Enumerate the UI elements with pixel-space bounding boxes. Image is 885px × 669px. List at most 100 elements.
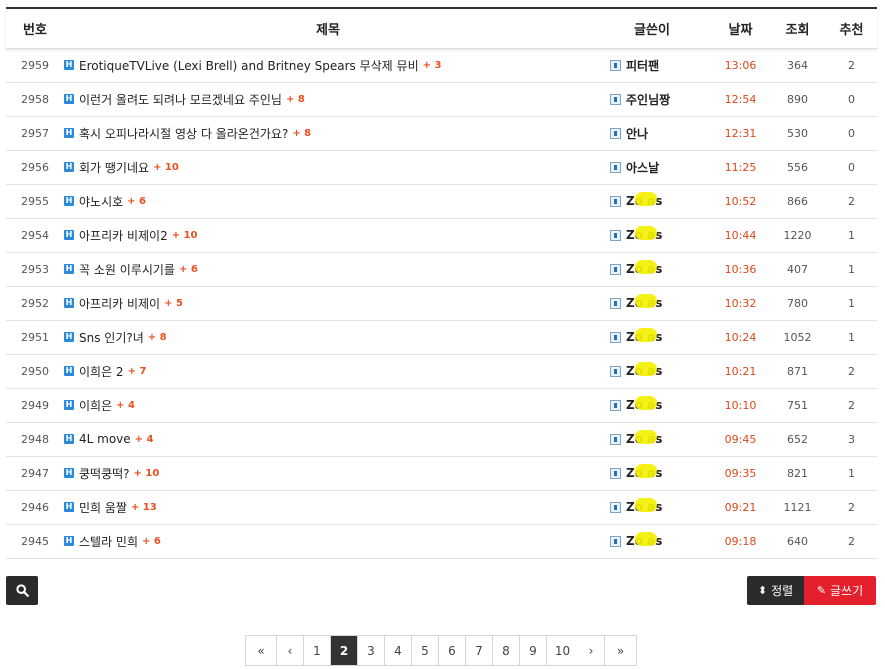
- page-2-button[interactable]: 2: [331, 636, 358, 665]
- page-1-button[interactable]: 1: [304, 636, 331, 665]
- post-title-link[interactable]: 쿵떡쿵떡?: [79, 467, 130, 481]
- post-recommend: 1: [848, 466, 855, 480]
- page-8-button[interactable]: 8: [493, 636, 520, 665]
- post-author[interactable]: Zo as: [626, 192, 662, 208]
- post-date: 09:18: [724, 534, 757, 548]
- redaction-mark: [635, 226, 657, 240]
- comment-count[interactable]: + 8: [292, 128, 311, 139]
- page-4-button[interactable]: 4: [385, 636, 412, 665]
- post-date: 10:24: [724, 330, 757, 344]
- post-subject-cell: H 야노시호 + 6: [64, 184, 592, 218]
- member-level-icon: [610, 467, 621, 479]
- pencil-icon: ✎: [816, 584, 827, 597]
- post-author-cell: Zo as: [592, 218, 712, 252]
- comment-count[interactable]: + 10: [153, 162, 179, 173]
- comment-count[interactable]: + 5: [164, 298, 183, 309]
- post-author[interactable]: Zo as: [626, 362, 662, 378]
- post-subject-cell: H 혹시 오피나라시절 영상 다 올라온건가요? + 8: [64, 116, 592, 150]
- page-first-button[interactable]: «: [246, 636, 277, 665]
- post-date: 10:36: [724, 262, 757, 276]
- member-level-icon: [610, 297, 621, 309]
- post-board: 번호 제목 글쓴이 날짜 조회 추천 2959 H ErotiqueTVLive (…: [6, 7, 877, 559]
- post-subject-cell: H 아프리카 비제이2 + 10: [64, 218, 592, 252]
- post-views: 890: [787, 92, 808, 106]
- post-author[interactable]: 아스날: [626, 161, 659, 175]
- post-author[interactable]: 피터팬: [626, 59, 659, 73]
- post-author[interactable]: Zo as: [626, 294, 662, 310]
- post-title-link[interactable]: 스텔라 민희: [79, 535, 138, 549]
- post-number: 2949: [21, 398, 49, 412]
- post-recommend: 2: [848, 398, 855, 412]
- table-row: 2948 H 4L move + 4 Zo as 09:45 652 3: [6, 422, 877, 456]
- sort-button[interactable]: ⬍ 정렬: [747, 576, 804, 605]
- post-title-link[interactable]: 혹시 오피나라시절 영상 다 올라온건가요?: [79, 127, 288, 141]
- post-recommend: 3: [848, 432, 855, 446]
- page-next-button[interactable]: ›: [578, 636, 605, 665]
- post-title-link[interactable]: 민희 움짤: [79, 501, 127, 515]
- post-recommend: 1: [848, 228, 855, 242]
- post-title-link[interactable]: 4L move: [79, 432, 131, 446]
- post-title-link[interactable]: 이희은: [79, 399, 112, 413]
- post-author-cell: Zo as: [592, 354, 712, 388]
- page-7-button[interactable]: 7: [466, 636, 493, 665]
- post-author[interactable]: Zo as: [626, 260, 662, 276]
- post-author[interactable]: Zo as: [626, 226, 662, 242]
- post-author[interactable]: Zo as: [626, 396, 662, 412]
- table-header: 번호 제목 글쓴이 날짜 조회 추천: [6, 8, 877, 48]
- post-number: 2957: [21, 126, 49, 140]
- comment-count[interactable]: + 13: [131, 502, 157, 513]
- redaction-mark: [635, 396, 657, 410]
- page-9-button[interactable]: 9: [520, 636, 547, 665]
- comment-count[interactable]: + 8: [286, 94, 305, 105]
- write-button[interactable]: ✎ 글쓰기: [804, 576, 876, 605]
- post-title-link[interactable]: Sns 인기?녀: [79, 331, 144, 345]
- table-row: 2955 H 야노시호 + 6 Zo as 10:52 866 2: [6, 184, 877, 218]
- col-num-header: 번호: [23, 22, 47, 38]
- post-title-link[interactable]: 야노시호: [79, 195, 123, 209]
- post-author-cell: Zo as: [592, 286, 712, 320]
- comment-count[interactable]: + 4: [135, 434, 154, 445]
- post-title-link[interactable]: 꼭 소원 이루시기를: [79, 263, 175, 277]
- table-row: 2957 H 혹시 오피나라시절 영상 다 올라온건가요? + 8 안나 12:31 530…: [6, 116, 877, 150]
- table-row: 2947 H 쿵떡쿵떡? + 10 Zo as 09:35 821 1: [6, 456, 877, 490]
- post-title-link[interactable]: 아프리카 비제이: [79, 297, 160, 311]
- search-button[interactable]: [6, 576, 38, 605]
- post-views: 866: [787, 194, 808, 208]
- post-title-link[interactable]: ErotiqueTVLive (Lexi Brell) and Britney …: [79, 59, 419, 73]
- post-title-link[interactable]: 회가 땡기네요: [79, 161, 149, 175]
- redaction-mark: [635, 260, 657, 274]
- comment-count[interactable]: + 4: [116, 400, 135, 411]
- comment-count[interactable]: + 6: [179, 264, 198, 275]
- comment-count[interactable]: + 10: [134, 468, 160, 479]
- comment-count[interactable]: + 10: [172, 230, 198, 241]
- post-author[interactable]: Zo as: [626, 532, 662, 548]
- post-date: 10:52: [724, 194, 757, 208]
- post-author[interactable]: Zo as: [626, 430, 662, 446]
- post-recommend: 0: [848, 160, 855, 174]
- comment-count[interactable]: + 3: [423, 60, 442, 71]
- post-number: 2958: [21, 92, 49, 106]
- page-6-button[interactable]: 6: [439, 636, 466, 665]
- post-author[interactable]: Zo as: [626, 498, 662, 514]
- page-3-button[interactable]: 3: [358, 636, 385, 665]
- comment-count[interactable]: + 6: [127, 196, 146, 207]
- post-title-link[interactable]: 이런거 올려도 되려나 모르겠네요 주인님: [79, 93, 282, 107]
- post-views: 652: [787, 432, 808, 446]
- post-date: 12:54: [724, 92, 757, 106]
- post-author[interactable]: Zo as: [626, 328, 662, 344]
- post-number: 2955: [21, 194, 49, 208]
- page-10-button[interactable]: 10: [547, 636, 578, 665]
- comment-count[interactable]: + 8: [148, 332, 167, 343]
- post-title-link[interactable]: 아프리카 비제이2: [79, 229, 168, 243]
- post-title-link[interactable]: 이희은 2: [79, 365, 124, 379]
- page-5-button[interactable]: 5: [412, 636, 439, 665]
- post-recommend: 2: [848, 534, 855, 548]
- post-author[interactable]: 주인님짱: [626, 93, 670, 107]
- comment-count[interactable]: + 7: [128, 366, 147, 377]
- page-last-button[interactable]: »: [605, 636, 636, 665]
- comment-count[interactable]: + 6: [142, 536, 161, 547]
- post-author[interactable]: 안나: [626, 127, 648, 141]
- page-prev-button[interactable]: ‹: [277, 636, 304, 665]
- member-level-icon: [610, 59, 621, 71]
- post-author[interactable]: Zo as: [626, 464, 662, 480]
